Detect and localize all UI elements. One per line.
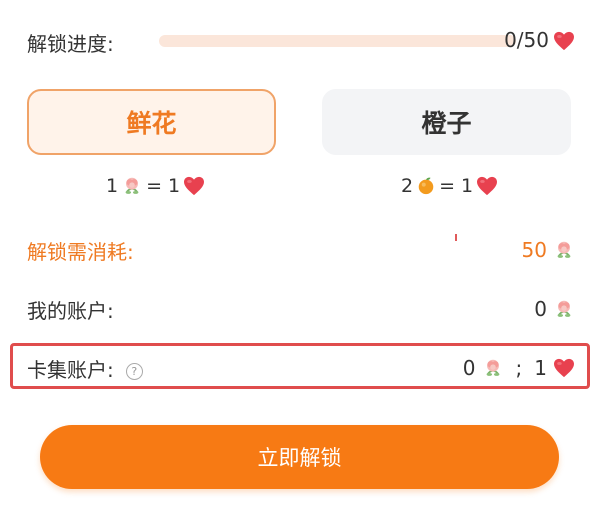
unlock-panel: 解锁进度: 0/50 鲜花 橙子 1 = 1 2 = 1 解锁需消耗: 50 我… [0,0,600,508]
unlock-progress-row: 解锁进度: 0/50 [27,26,575,56]
unlock-cost-value: 50 [521,238,547,262]
heart-icon [476,176,498,196]
card-account-flowers: 0 [462,356,476,380]
card-account-label: 卡集账户: [27,357,114,382]
my-account-label: 我的账户: [27,298,114,323]
flower-icon [553,298,575,320]
help-icon[interactable]: ? [125,362,143,380]
tab-flowers-label: 鲜花 [126,109,177,138]
orange-icon [416,176,436,196]
flower-exchange-rate: 1 = 1 [106,175,205,197]
rate-flower-equals: = 1 [146,175,181,197]
unlock-now-button[interactable]: 立即解锁 [40,425,559,489]
orange-exchange-rate: 2 = 1 [401,175,498,197]
heart-icon [183,176,205,196]
card-account-separator: ; [515,356,523,380]
flower-icon [482,357,504,379]
my-account-row: 我的账户: 0 [27,292,575,326]
rate-flower-count: 1 [106,175,119,197]
rate-orange-count: 2 [401,175,414,197]
tab-oranges-label: 橙子 [421,109,472,138]
flower-icon [553,239,575,261]
flower-icon [121,175,143,197]
card-account-hearts: 1 [534,356,547,380]
progress-value: 0/50 [504,28,549,52]
tab-oranges[interactable]: 橙子 [322,89,571,155]
card-account-row: 卡集账户:? 0 ; 1 [27,351,575,385]
progress-label: 解锁进度: [27,32,114,56]
tab-flowers[interactable]: 鲜花 [27,89,276,155]
heart-icon [553,358,575,378]
progress-bar [159,35,516,47]
rate-orange-equals: = 1 [439,175,474,197]
unlock-cost-row: 解锁需消耗: 50 [27,233,575,267]
my-account-value: 0 [534,297,547,321]
heart-icon [553,30,575,51]
unlock-cost-label: 解锁需消耗: [27,239,134,264]
